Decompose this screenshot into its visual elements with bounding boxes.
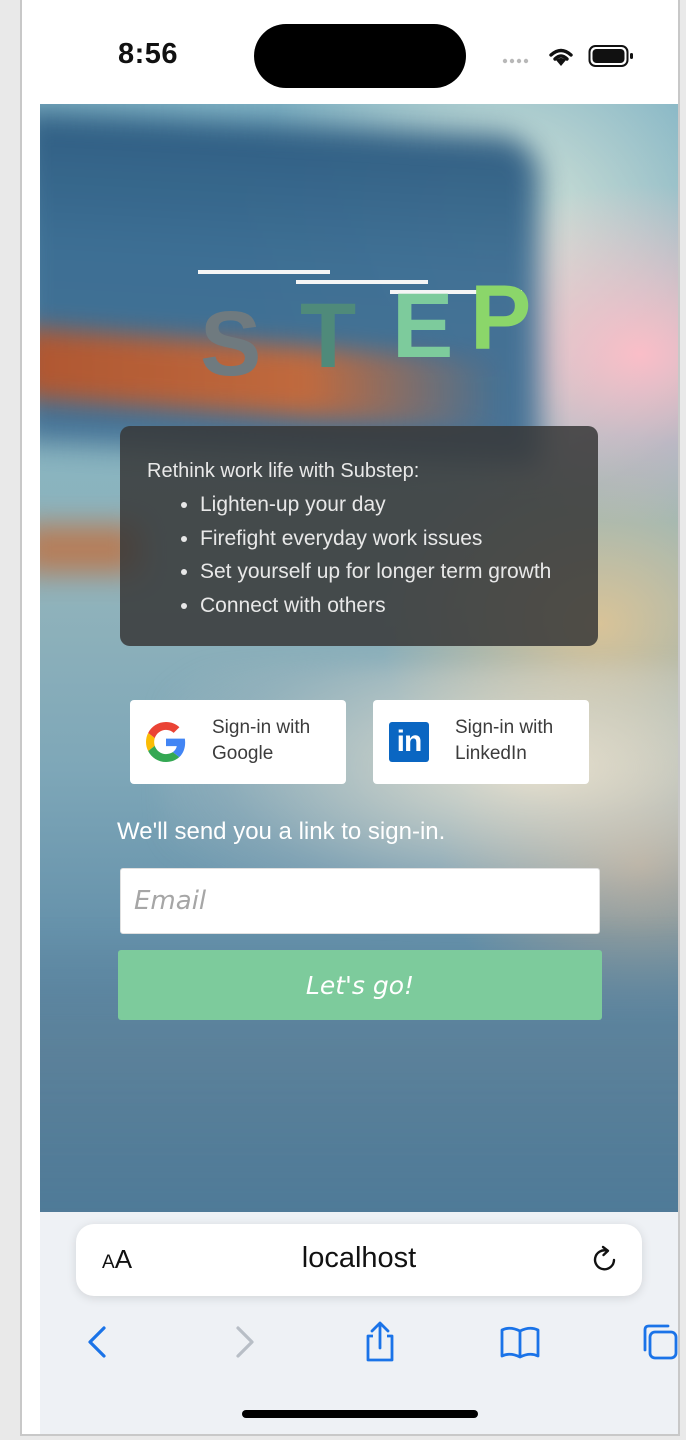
phone-frame: 8:56 S T E P Rethink work life with Subs… — [20, 0, 680, 1436]
logo-letter-s: S — [200, 293, 262, 395]
info-card: Rethink work life with Substep: Lighten-… — [120, 426, 598, 646]
battery-icon — [588, 45, 633, 67]
status-icons — [502, 44, 642, 70]
info-list: Lighten-up your day Firefight everyday w… — [147, 488, 574, 622]
url-text: localhost — [301, 1242, 417, 1274]
step-logo: S T E P — [196, 264, 531, 404]
address-bar[interactable]: AA localhost — [76, 1224, 642, 1296]
google-icon — [146, 722, 186, 762]
google-label-line2: Google — [212, 743, 274, 764]
browser-toolbar: AA localhost — [40, 1212, 680, 1434]
google-signin-button[interactable]: Sign-in with Google — [130, 700, 346, 784]
info-intro: Rethink work life with Substep: — [147, 460, 420, 482]
list-item: Lighten-up your day — [200, 488, 574, 522]
signal-dots-icon — [502, 58, 529, 64]
wifi-icon — [549, 48, 573, 66]
share-icon[interactable] — [358, 1320, 402, 1364]
list-item: Connect with others — [200, 589, 574, 623]
linkedin-label-line2: LinkedIn — [455, 743, 527, 764]
home-indicator — [242, 1410, 478, 1418]
logo-line — [198, 270, 330, 274]
email-field[interactable] — [120, 868, 600, 934]
linkedin-icon: in — [389, 722, 429, 762]
web-content: S T E P Rethink work life with Substep: … — [40, 104, 678, 1212]
linkedin-label-line1: Sign-in with — [455, 717, 554, 738]
linkedin-signin-label: Sign-in with LinkedIn — [455, 715, 580, 767]
list-item: Set yourself up for longer term growth — [200, 555, 574, 589]
google-label-line1: Sign-in with — [212, 717, 311, 738]
logo-letter-e: E — [392, 275, 454, 377]
logo-letter-p: P — [470, 267, 532, 369]
dynamic-island — [254, 24, 466, 88]
status-time: 8:56 — [118, 38, 179, 70]
google-signin-label: Sign-in with Google — [212, 715, 337, 767]
list-item: Firefight everyday work issues — [200, 522, 574, 556]
bookmarks-icon[interactable] — [498, 1320, 542, 1364]
linkedin-signin-button[interactable]: in Sign-in with LinkedIn — [373, 700, 589, 784]
reload-icon[interactable] — [590, 1244, 620, 1274]
lets-go-button[interactable]: Let's go! — [118, 950, 602, 1020]
forward-icon[interactable] — [222, 1320, 266, 1364]
magic-link-message: We'll send you a link to sign-in. — [117, 818, 446, 845]
back-icon[interactable] — [78, 1320, 122, 1364]
tabs-icon[interactable] — [638, 1320, 680, 1364]
logo-letter-t: T — [300, 285, 357, 387]
